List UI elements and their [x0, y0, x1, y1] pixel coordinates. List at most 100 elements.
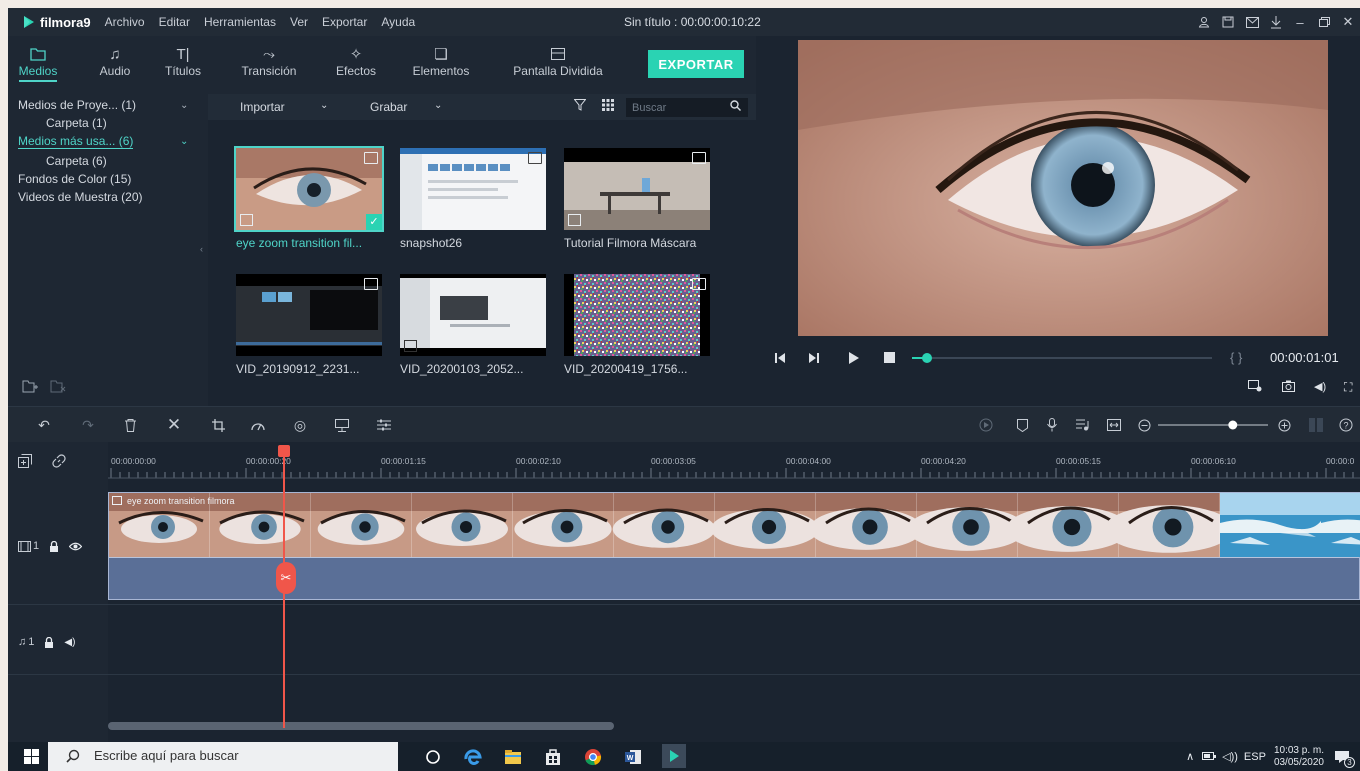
collapse-panel-icon[interactable]: ‹	[200, 244, 203, 254]
speed-icon[interactable]	[248, 415, 268, 435]
timeline-scrollbar[interactable]	[108, 722, 614, 730]
color-icon[interactable]: ◎	[290, 415, 310, 435]
help-icon[interactable]: ?	[1336, 415, 1356, 435]
tab-elementos[interactable]: ❏ Elementos	[406, 44, 476, 78]
fit-timeline-icon[interactable]	[1104, 415, 1124, 435]
lock-icon[interactable]	[44, 636, 54, 648]
network-icon[interactable]	[1202, 751, 1217, 762]
chevron-down-icon[interactable]: ⌄	[434, 100, 442, 111]
menu-editar[interactable]: Editar	[159, 15, 190, 29]
marker-icon[interactable]	[1012, 415, 1032, 435]
library-item-folder-6[interactable]: Carpeta (6)	[46, 154, 107, 168]
preview-screen[interactable]	[798, 40, 1328, 336]
tab-pantalla-dividida[interactable]: Pantalla Dividida	[502, 44, 614, 78]
tab-titulos[interactable]: T| Títulos	[158, 44, 208, 79]
search-icon[interactable]	[730, 100, 741, 111]
media-item-vid-20200103[interactable]: VID_20200103_2052...	[400, 274, 546, 376]
menu-archivo[interactable]: Archivo	[105, 15, 145, 29]
chrome-icon[interactable]	[582, 746, 604, 768]
fullscreen-icon[interactable]: ⛶	[1344, 380, 1352, 395]
library-item-most-used[interactable]: Medios más usa... (6)	[18, 134, 134, 149]
windows-start-icon[interactable]	[24, 749, 39, 764]
filmora-taskbar-icon[interactable]	[662, 744, 686, 768]
progress-handle[interactable]	[922, 353, 932, 363]
language-indicator[interactable]: ESP	[1244, 751, 1266, 763]
tab-efectos[interactable]: ✧ Efectos	[326, 44, 386, 78]
minimize-icon[interactable]: –	[1288, 10, 1312, 34]
volume-icon[interactable]: ◁))	[1222, 750, 1238, 763]
record-dropdown[interactable]: Grabar	[370, 100, 407, 114]
download-icon[interactable]	[1264, 10, 1288, 34]
grid-view-icon[interactable]	[602, 99, 614, 111]
delete-folder-icon[interactable]	[50, 380, 66, 393]
split-scissors-icon[interactable]: ✂	[276, 562, 296, 594]
next-frame-icon[interactable]	[808, 352, 820, 364]
media-item-tutorial-mascara[interactable]: Tutorial Filmora Máscara	[564, 148, 710, 250]
zoom-out-icon[interactable]	[1134, 415, 1154, 435]
tab-medios[interactable]: Medios	[8, 44, 68, 82]
mail-icon[interactable]	[1240, 10, 1264, 34]
crop-icon[interactable]	[208, 415, 228, 435]
library-item-sample-videos[interactable]: Videos de Muestra (20)	[18, 190, 143, 204]
filter-icon[interactable]	[574, 99, 586, 111]
mark-in-out-icon[interactable]: { }	[1230, 350, 1242, 365]
show-hidden-icons-icon[interactable]: ∧	[1186, 750, 1194, 763]
lock-icon[interactable]	[49, 540, 59, 552]
account-icon[interactable]	[1192, 10, 1216, 34]
cortana-icon[interactable]	[422, 746, 444, 768]
import-dropdown[interactable]: Importar	[240, 100, 285, 114]
media-item-vid-20200419[interactable]: VID_20200419_1756...	[564, 274, 710, 376]
render-icon[interactable]	[976, 415, 996, 435]
new-folder-icon[interactable]	[22, 380, 38, 393]
word-icon[interactable]: W	[622, 746, 644, 768]
notifications-icon[interactable]: 3	[1334, 750, 1355, 768]
green-screen-icon[interactable]	[332, 415, 352, 435]
media-item-vid-20190912[interactable]: VID_20190912_2231...	[236, 274, 382, 376]
menu-ver[interactable]: Ver	[290, 15, 308, 29]
file-explorer-icon[interactable]	[502, 746, 524, 768]
play-icon[interactable]	[848, 352, 860, 364]
tab-transicion[interactable]: ⤳ Transición	[234, 44, 304, 79]
menu-ayuda[interactable]: Ayuda	[381, 15, 415, 29]
taskbar-search-box[interactable]	[48, 742, 398, 771]
close-icon[interactable]: ✕	[1336, 10, 1360, 34]
edge-browser-icon[interactable]	[462, 746, 484, 768]
redo-icon[interactable]: ↷	[78, 415, 98, 435]
export-button[interactable]: EXPORTAR	[648, 50, 744, 78]
zoom-slider[interactable]	[1158, 417, 1268, 433]
taskbar-search-input[interactable]	[94, 748, 384, 763]
volume-icon[interactable]: ◀)	[1314, 380, 1326, 393]
cut-icon[interactable]: ✕	[164, 415, 184, 435]
zoom-in-icon[interactable]	[1274, 415, 1294, 435]
media-item-snapshot26[interactable]: snapshot26	[400, 148, 546, 250]
snapshot-camera-icon[interactable]	[1282, 380, 1295, 392]
timeline-ruler[interactable]: 00:00:00:00 00:00:00:20 00:00:01:15 00:0…	[108, 442, 1360, 488]
save-icon[interactable]	[1216, 10, 1240, 34]
eye-visibility-icon[interactable]	[69, 542, 83, 551]
chevron-down-icon[interactable]: ⌄	[180, 136, 188, 147]
media-item-eye-zoom[interactable]: ✓ eye zoom transition fil...	[234, 146, 384, 250]
library-item-folder-1[interactable]: Carpeta (1)	[46, 116, 107, 130]
store-icon[interactable]	[542, 746, 564, 768]
speaker-icon[interactable]: ◀)	[64, 637, 75, 648]
snap-icon[interactable]	[1306, 415, 1326, 435]
audio-mixer-icon[interactable]	[374, 415, 394, 435]
add-track-icon[interactable]	[18, 454, 32, 468]
stop-icon[interactable]	[884, 352, 895, 363]
undo-icon[interactable]: ↶	[34, 415, 54, 435]
restore-icon[interactable]	[1312, 10, 1336, 34]
chevron-down-icon[interactable]: ⌄	[320, 100, 328, 111]
library-item-color-backgrounds[interactable]: Fondos de Color (15)	[18, 172, 131, 186]
delete-icon[interactable]	[120, 415, 140, 435]
library-item-project-media[interactable]: Medios de Proye... (1)	[18, 98, 136, 112]
link-icon[interactable]	[52, 454, 66, 468]
zoom-slider-handle[interactable]	[1228, 420, 1238, 430]
voiceover-mic-icon[interactable]	[1042, 415, 1062, 435]
previous-frame-icon[interactable]	[774, 352, 786, 364]
tab-audio[interactable]: ♫ Audio	[90, 44, 140, 79]
render-preview-icon[interactable]	[1248, 380, 1262, 392]
menu-herramientas[interactable]: Herramientas	[204, 15, 276, 29]
chevron-down-icon[interactable]: ⌄	[180, 100, 188, 111]
preview-progress-bar[interactable]	[912, 350, 1212, 366]
menu-exportar[interactable]: Exportar	[322, 15, 367, 29]
